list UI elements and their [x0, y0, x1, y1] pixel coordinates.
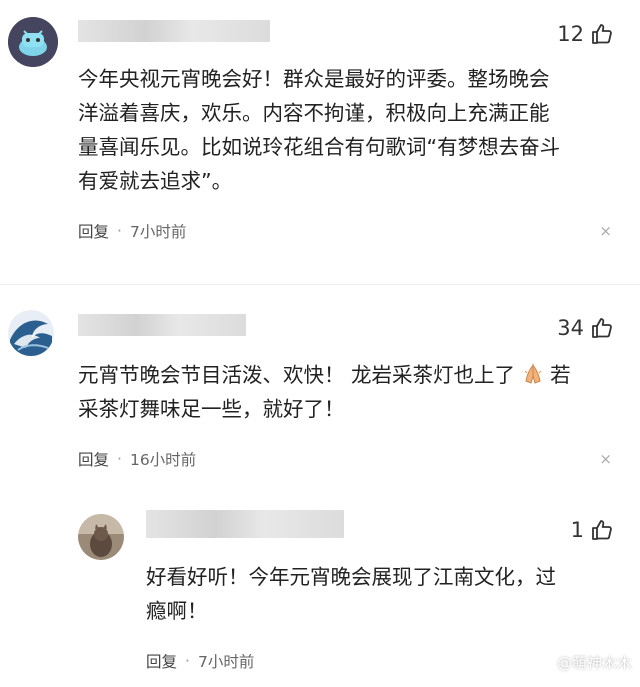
separator-dot: ·	[117, 222, 122, 240]
avatar[interactable]	[78, 514, 124, 560]
separator-dot: ·	[117, 450, 122, 468]
timestamp: 7小时前	[197, 653, 255, 671]
thumbs-up-icon[interactable]	[590, 22, 614, 46]
username-blurred[interactable]	[78, 20, 270, 42]
thumbs-up-icon[interactable]	[590, 316, 614, 340]
timestamp: 16小时前	[129, 451, 197, 469]
timestamp: 7小时前	[129, 223, 187, 241]
like-count[interactable]: 34	[557, 316, 614, 340]
comment-text: 今年央视元宵晚会好！群众是最好的评委。整场晚会 洋溢着喜庆，欢乐。内容不拘谨，积…	[78, 62, 623, 198]
reply-button[interactable]: 回复	[146, 650, 177, 672]
comment-line: 量喜闻乐见。比如说玲花组合有句歌词“有梦想去奋斗	[78, 135, 561, 159]
like-count[interactable]: 12	[557, 22, 614, 46]
comment-1: 12 今年央视元宵晚会好！群众是最好的评委。整场晚会 洋溢着喜庆，欢乐。内容不拘…	[0, 0, 640, 270]
like-count[interactable]: 1	[571, 518, 614, 542]
close-icon[interactable]: ×	[599, 222, 612, 240]
folded-hands-emoji	[524, 363, 541, 384]
comment-line: 好看好听！今年元宵晚会展现了江南文化，过	[146, 565, 556, 589]
close-icon[interactable]: ×	[599, 450, 612, 468]
separator-dot: ·	[185, 652, 190, 670]
comment-line-part: 若	[550, 363, 571, 387]
avatar[interactable]	[8, 17, 58, 67]
comment-meta: 回复 · 7小时前	[146, 650, 254, 672]
comment-text: 好看好听！今年元宵晚会展现了江南文化，过 瘾啊！	[146, 560, 616, 628]
watermark-text: @萌神木木	[556, 654, 632, 672]
username-blurred[interactable]	[146, 510, 344, 538]
comment-meta: 回复 · 16小时前	[78, 448, 196, 470]
comment-line: 今年央视元宵晚会好！群众是最好的评委。整场晚会	[78, 67, 550, 91]
avatar[interactable]	[8, 310, 54, 356]
comment-2: 34 元宵节晚会节目活泼、欢快！ 龙岩采茶灯也上了 若 采茶灯舞味足一些，就好了…	[0, 290, 640, 490]
reply-button[interactable]: 回复	[78, 220, 109, 242]
comment-line: 洋溢着喜庆，欢乐。内容不拘谨，积极向上充满正能	[78, 101, 550, 125]
watermark: @萌神木木	[557, 652, 632, 673]
username-blurred[interactable]	[78, 314, 246, 336]
comment-text: 元宵节晚会节目活泼、欢快！ 龙岩采茶灯也上了 若 采茶灯舞味足一些，就好了！	[78, 358, 628, 426]
divider	[0, 284, 640, 285]
like-count-value: 1	[570, 518, 584, 542]
like-count-value: 34	[557, 316, 584, 340]
comment-line-part: 元宵节晚会节目活泼、欢快！ 龙岩采茶灯也上了	[78, 363, 516, 387]
thumbs-up-icon[interactable]	[590, 518, 614, 542]
reply-button[interactable]: 回复	[78, 448, 109, 470]
comment-line: 有爱就去追求”。	[78, 169, 233, 193]
comment-line: 采茶灯舞味足一些，就好了！	[78, 397, 345, 421]
comment-line: 元宵节晚会节目活泼、欢快！ 龙岩采茶灯也上了 若	[78, 358, 628, 392]
comment-meta: 回复 · 7小时前	[78, 220, 186, 242]
like-count-value: 12	[557, 22, 584, 46]
comment-line: 瘾啊！	[146, 599, 208, 623]
comment-3-reply: 1 好看好听！今年元宵晚会展现了江南文化，过 瘾啊！ 回复 · 7小时前	[0, 490, 640, 687]
